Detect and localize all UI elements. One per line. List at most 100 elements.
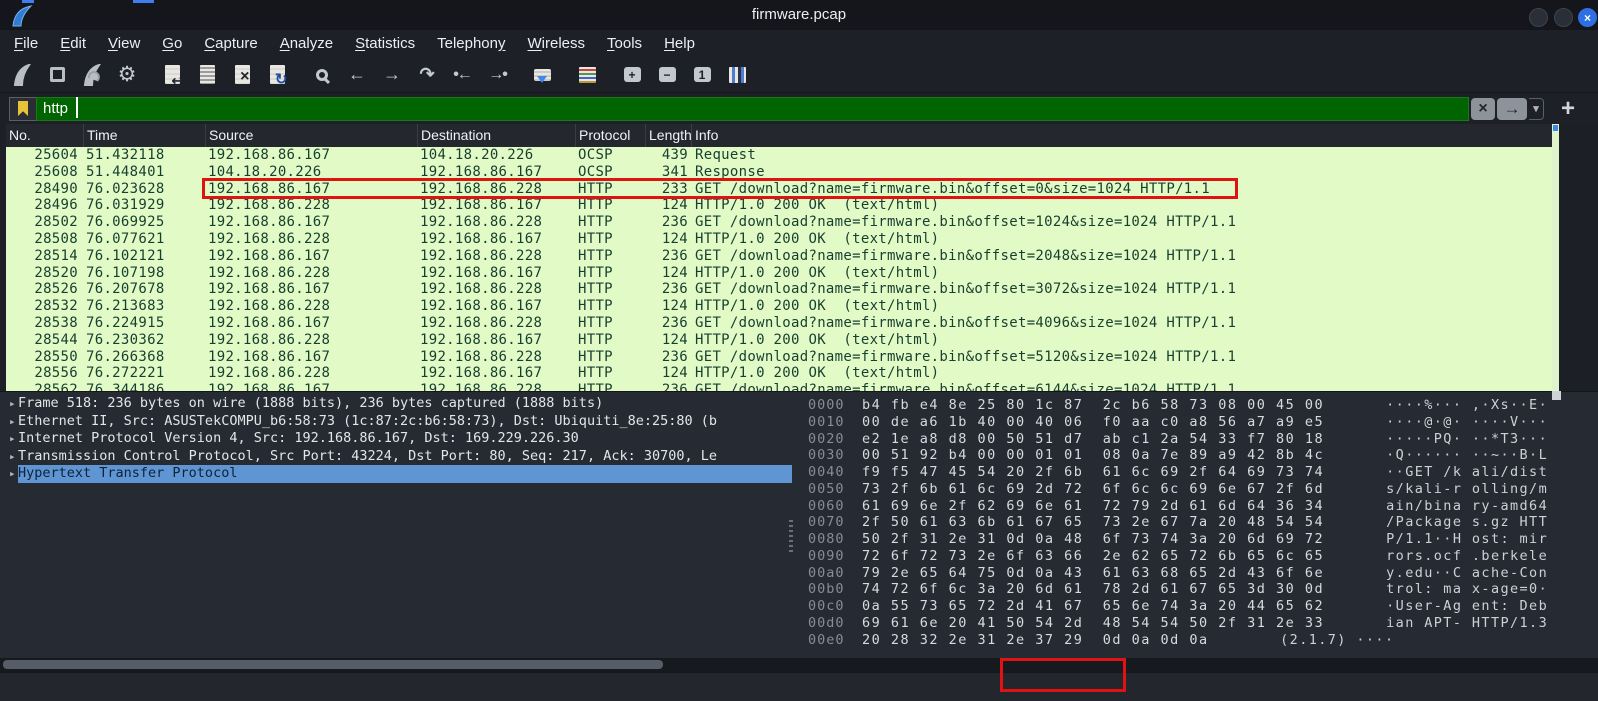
- hex-offset: 0010: [808, 414, 850, 431]
- menu-item[interactable]: Analyze: [269, 33, 344, 54]
- hex-row[interactable]: 003000 51 92 b4 00 00 01 01 08 0a 7e 89 …: [795, 447, 1598, 464]
- hex-ascii: ·Q······ ··~··B·L: [1386, 447, 1548, 464]
- go-last-packet-icon[interactable]: →•: [482, 61, 512, 89]
- zoom-100-icon[interactable]: 1: [687, 61, 717, 89]
- hex-bytes: 69 61 6e 20 41 50 54 2d 48 54 54 50 2f 3…: [862, 615, 1324, 632]
- menu-item[interactable]: File: [3, 33, 49, 54]
- cell-destination: 192.168.86.228: [418, 181, 576, 198]
- column-header[interactable]: Time: [84, 124, 206, 147]
- hex-row[interactable]: 001000 de a6 1b 40 00 40 06 f0 aa c0 a8 …: [795, 414, 1598, 431]
- packet-row[interactable]: 2853876.224915192.168.86.167192.168.86.2…: [6, 315, 1552, 332]
- hex-row[interactable]: 008050 2f 31 2e 31 0d 0a 48 6f 73 74 3a …: [795, 531, 1598, 548]
- packet-row[interactable]: 2851476.102121192.168.86.167192.168.86.2…: [6, 248, 1552, 265]
- zoom-out-icon[interactable]: −: [652, 61, 682, 89]
- packet-row[interactable]: 2855676.272221192.168.86.228192.168.86.1…: [6, 365, 1552, 382]
- hex-row[interactable]: 0040f9 f5 47 45 54 20 2f 6b 61 6c 69 2f …: [795, 464, 1598, 481]
- filter-add-button[interactable]: +: [1556, 95, 1580, 123]
- menu-item[interactable]: Edit: [49, 33, 97, 54]
- go-first-packet-icon[interactable]: •←: [447, 61, 477, 89]
- hex-row[interactable]: 00c00a 55 73 65 72 2d 41 67 65 6e 74 3a …: [795, 598, 1598, 615]
- horizontal-scrollbar-thumb[interactable]: [3, 660, 663, 669]
- packet-row[interactable]: 2856276.344186192.168.86.167192.168.86.2…: [6, 382, 1552, 391]
- menu-item[interactable]: Help: [653, 33, 706, 54]
- close-button[interactable]: [1578, 8, 1597, 27]
- menu-item[interactable]: Telephony: [426, 33, 516, 54]
- detail-row-ethernet[interactable]: Ethernet II, Src: ASUSTekCOMPU_b6:58:73 …: [0, 413, 795, 431]
- detail-row-frame[interactable]: Frame 518: 236 bytes on wire (1888 bits)…: [0, 395, 795, 413]
- menu-item[interactable]: Go: [151, 33, 193, 54]
- cell-source: 192.168.86.228: [206, 332, 418, 349]
- menu-item[interactable]: Tools: [596, 33, 653, 54]
- restart-capture-icon[interactable]: [77, 61, 107, 89]
- reload-file-icon[interactable]: ↻: [262, 61, 292, 89]
- go-back-icon[interactable]: ←: [342, 61, 372, 89]
- hex-row[interactable]: 009072 6f 72 73 2e 6f 63 66 2e 62 65 72 …: [795, 548, 1598, 565]
- column-header[interactable]: Info: [692, 124, 1552, 147]
- open-file-icon[interactable]: ↩: [157, 61, 187, 89]
- packet-row[interactable]: 2560851.448401104.18.20.226192.168.86.16…: [6, 164, 1552, 181]
- packet-row[interactable]: 2850276.069925192.168.86.167192.168.86.2…: [6, 214, 1552, 231]
- packet-row[interactable]: 2849076.023628192.168.86.167192.168.86.2…: [6, 181, 1552, 198]
- hex-row[interactable]: 00702f 50 61 63 6b 61 67 65 73 2e 67 7a …: [795, 514, 1598, 531]
- column-header[interactable]: Source: [206, 124, 418, 147]
- menu-item[interactable]: View: [97, 33, 151, 54]
- packet-list-scrollbar[interactable]: [1552, 124, 1559, 391]
- filter-dropdown-icon[interactable]: [1529, 98, 1544, 120]
- cell-no: 28520: [6, 265, 78, 282]
- detail-row-ip[interactable]: Internet Protocol Version 4, Src: 192.16…: [0, 430, 795, 448]
- packet-row[interactable]: 2560451.432118192.168.86.167104.18.20.22…: [6, 147, 1552, 164]
- minimize-button[interactable]: [1529, 8, 1548, 27]
- cell-no: 28538: [6, 315, 78, 332]
- column-header[interactable]: Destination: [418, 124, 576, 147]
- close-file-icon[interactable]: ×: [227, 61, 257, 89]
- column-header[interactable]: No.: [6, 124, 84, 147]
- hex-row[interactable]: 006061 69 6e 2f 62 69 6e 61 72 79 2d 61 …: [795, 498, 1598, 515]
- detail-row-tcp[interactable]: Transmission Control Protocol, Src Port:…: [0, 448, 795, 466]
- hex-row[interactable]: 00b074 72 6f 6c 3a 20 6d 61 78 2d 61 67 …: [795, 581, 1598, 598]
- maximize-button[interactable]: [1554, 8, 1573, 27]
- packet-row[interactable]: 2853276.213683192.168.86.228192.168.86.1…: [6, 298, 1552, 315]
- colorize-icon[interactable]: [572, 61, 602, 89]
- expand-arrow-icon[interactable]: [0, 465, 18, 483]
- filter-clear-icon[interactable]: [1471, 98, 1495, 120]
- stop-capture-icon[interactable]: [42, 61, 72, 89]
- resize-columns-icon[interactable]: [722, 61, 752, 89]
- expand-arrow-icon[interactable]: [0, 395, 18, 413]
- hex-row[interactable]: 0000b4 fb e4 8e 25 80 1c 87 2c b6 58 73 …: [795, 397, 1598, 414]
- hex-row[interactable]: 00d069 61 6e 20 41 50 54 2d 48 54 54 50 …: [795, 615, 1598, 632]
- expand-arrow-icon[interactable]: [0, 430, 18, 448]
- hex-scrollbar-thumb[interactable]: [1552, 391, 1561, 400]
- hex-bytes: f9 f5 47 45 54 20 2f 6b 61 6c 69 2f 64 6…: [862, 464, 1324, 481]
- packet-list-scrollbar-thumb[interactable]: [1553, 125, 1558, 131]
- hex-row[interactable]: 00a079 2e 65 64 75 0d 0a 43 61 63 68 65 …: [795, 565, 1598, 582]
- pane-splitter-grip[interactable]: [789, 520, 793, 554]
- zoom-in-icon[interactable]: +: [617, 61, 647, 89]
- packet-row[interactable]: 2852676.207678192.168.86.167192.168.86.2…: [6, 281, 1552, 298]
- auto-scroll-icon[interactable]: [527, 61, 557, 89]
- column-header[interactable]: Length: [646, 124, 692, 147]
- hex-row[interactable]: 005073 2f 6b 61 6c 69 2d 72 6f 6c 6c 69 …: [795, 481, 1598, 498]
- capture-options-gear-icon[interactable]: ⚙: [112, 61, 142, 89]
- filter-apply-icon[interactable]: [1497, 98, 1527, 120]
- hex-row[interactable]: 0020e2 1e a8 d8 00 50 51 d7 ab c1 2a 54 …: [795, 431, 1598, 448]
- packet-row[interactable]: 2855076.266368192.168.86.167192.168.86.2…: [6, 349, 1552, 366]
- detail-row-http-selected[interactable]: Hypertext Transfer Protocol: [0, 465, 795, 483]
- menu-item[interactable]: Statistics: [344, 33, 426, 54]
- packet-row[interactable]: 2850876.077621192.168.86.228192.168.86.1…: [6, 231, 1552, 248]
- menu-item[interactable]: Wireless: [517, 33, 597, 54]
- find-packet-icon[interactable]: [307, 61, 337, 89]
- packet-row[interactable]: 2854476.230362192.168.86.228192.168.86.1…: [6, 332, 1552, 349]
- display-filter-input[interactable]: [36, 97, 1469, 121]
- expand-arrow-icon[interactable]: [0, 448, 18, 466]
- hex-row[interactable]: 00e020 28 32 2e 31 2e 37 29 0d 0a 0d 0a …: [795, 632, 1598, 649]
- packet-row[interactable]: 2849676.031929192.168.86.228192.168.86.1…: [6, 197, 1552, 214]
- menu-item[interactable]: Capture: [193, 33, 268, 54]
- start-capture-icon[interactable]: [7, 61, 37, 89]
- filter-bookmark-icon[interactable]: [9, 97, 36, 121]
- go-to-packet-icon[interactable]: ↷: [412, 61, 442, 89]
- packet-row[interactable]: 2852076.107198192.168.86.228192.168.86.1…: [6, 265, 1552, 282]
- go-forward-icon[interactable]: →: [377, 61, 407, 89]
- save-file-icon[interactable]: [192, 61, 222, 89]
- column-header[interactable]: Protocol: [576, 124, 646, 147]
- expand-arrow-icon[interactable]: [0, 413, 18, 431]
